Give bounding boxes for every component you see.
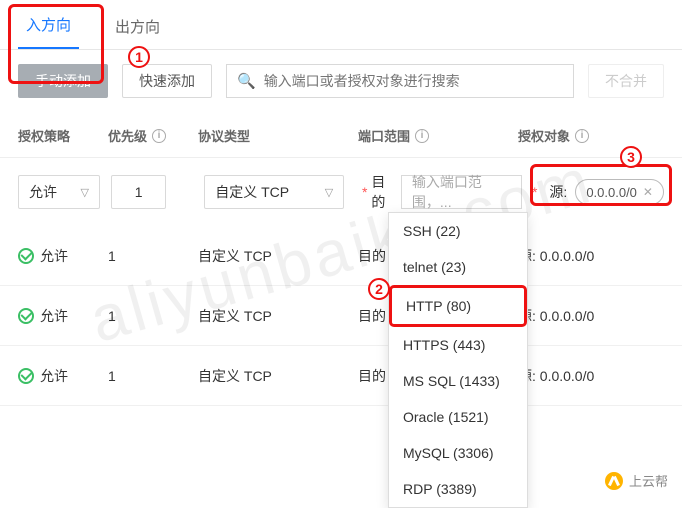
search-icon: 🔍 xyxy=(237,72,256,90)
chevron-down-icon: ▽ xyxy=(325,186,333,199)
table-row: 允许 1 自定义 TCP 目的 源: 0.0.0.0/0 xyxy=(0,346,682,406)
policy-select[interactable]: 允许▽ xyxy=(18,175,100,209)
priority-input[interactable]: 1 xyxy=(111,175,166,209)
tab-outbound[interactable]: 出方向 xyxy=(107,2,168,49)
col-port: 端口范围i xyxy=(358,126,518,145)
allow-icon xyxy=(18,308,34,324)
opt-ssh[interactable]: SSH (22) xyxy=(389,213,527,249)
required-mark: * xyxy=(362,184,367,200)
port-input[interactable]: 输入端口范围，... xyxy=(401,175,522,209)
opt-http[interactable]: HTTP (80) xyxy=(389,285,527,327)
port-dropdown[interactable]: SSH (22) telnet (23) HTTP (80) HTTPS (44… xyxy=(388,212,528,508)
search-box[interactable]: 🔍 xyxy=(226,64,574,98)
col-protocol: 协议类型 xyxy=(198,126,358,145)
opt-https[interactable]: HTTPS (443) xyxy=(389,327,527,363)
table-row: 允许 1 自定义 TCP 目的 源: 0.0.0.0/0 xyxy=(0,286,682,346)
no-merge-button[interactable]: 不合并 xyxy=(588,64,664,98)
toolbar: 手动添加 快速添加 🔍 不合并 xyxy=(0,50,682,114)
opt-rdp[interactable]: RDP (3389) xyxy=(389,471,527,507)
annotation-2: 2 xyxy=(368,278,390,300)
required-mark: * xyxy=(532,184,537,200)
col-object: 授权对象i xyxy=(518,126,664,145)
annotation-3: 3 xyxy=(620,146,642,168)
info-icon: i xyxy=(152,129,166,143)
opt-oracle[interactable]: Oracle (1521) xyxy=(389,399,527,435)
col-priority: 优先级i xyxy=(108,126,198,145)
direction-tabs: 入方向 出方向 xyxy=(0,0,682,50)
table-row: 允许 1 自定义 TCP 目的 源: 0.0.0.0/0 xyxy=(0,226,682,286)
opt-telnet[interactable]: telnet (23) xyxy=(389,249,527,285)
annotation-1: 1 xyxy=(128,46,150,68)
allow-icon xyxy=(18,248,34,264)
col-policy: 授权策略 xyxy=(18,126,108,145)
close-icon[interactable]: ✕ xyxy=(643,185,653,199)
allow-icon xyxy=(18,368,34,384)
protocol-select[interactable]: 自定义 TCP▽ xyxy=(204,175,344,209)
opt-mysql[interactable]: MySQL (3306) xyxy=(389,435,527,471)
info-icon: i xyxy=(575,129,589,143)
source-label: 源: xyxy=(549,182,567,202)
search-input[interactable] xyxy=(264,73,563,89)
quick-add-button[interactable]: 快速添加 xyxy=(122,64,212,98)
manual-add-button[interactable]: 手动添加 xyxy=(18,64,108,98)
table-header: 授权策略 优先级i 协议类型 端口范围i 授权对象i xyxy=(0,114,682,158)
chevron-down-icon: ▽ xyxy=(81,186,89,199)
edit-row: 允许▽ 1 自定义 TCP▽ * 目的 输入端口范围，... * 源: 0.0.… xyxy=(0,158,682,226)
brand-mark: 上云帮 xyxy=(605,471,668,490)
info-icon: i xyxy=(415,129,429,143)
weibo-icon xyxy=(605,472,623,490)
opt-mssql[interactable]: MS SQL (1433) xyxy=(389,363,527,399)
port-dest-label: 目的 xyxy=(371,172,395,212)
source-chip[interactable]: 0.0.0.0/0✕ xyxy=(575,179,664,205)
tab-inbound[interactable]: 入方向 xyxy=(18,0,79,49)
